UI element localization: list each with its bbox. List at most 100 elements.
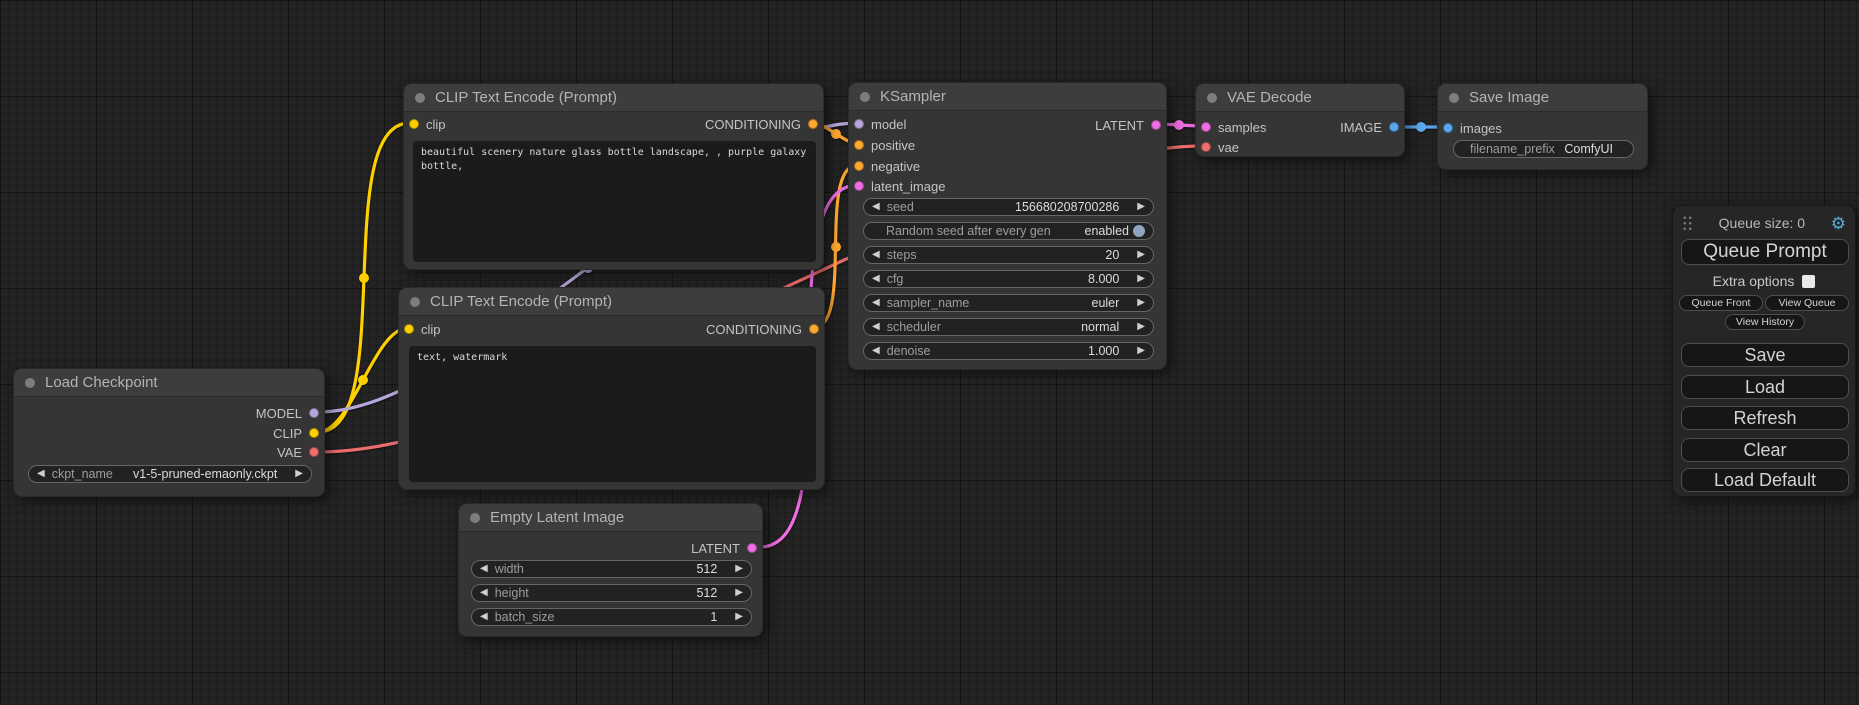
increment-arrow-icon[interactable]: ▶ — [1137, 246, 1145, 264]
clip-port-dot[interactable] — [309, 428, 319, 438]
extra-options-checkbox[interactable] — [1802, 275, 1815, 288]
decrement-arrow-icon[interactable]: ◀ — [872, 246, 880, 264]
queue-prompt-button[interactable]: Queue Prompt — [1681, 239, 1849, 265]
node-title-bar[interactable]: CLIP Text Encode (Prompt) — [399, 288, 824, 316]
conditioning-port-dot[interactable] — [809, 324, 819, 334]
node-load-checkpoint[interactable]: Load Checkpoint MODEL CLIP VAE ◀ ckpt_na… — [13, 368, 325, 497]
refresh-button[interactable]: Refresh — [1681, 406, 1849, 430]
input-images[interactable]: images — [1443, 120, 1502, 136]
node-clip-text-encode-positive[interactable]: CLIP Text Encode (Prompt) clip CONDITION… — [403, 83, 824, 270]
model-port-dot[interactable] — [854, 119, 864, 129]
comfyui-canvas[interactable]: { "colors": { "model": "#b6a6da", "clip"… — [0, 0, 1859, 705]
collapse-dot-icon[interactable] — [415, 93, 425, 103]
save-button[interactable]: Save — [1681, 343, 1849, 367]
increment-arrow-icon[interactable]: ▶ — [1137, 318, 1145, 336]
decrement-arrow-icon[interactable]: ◀ — [872, 270, 880, 288]
input-positive[interactable]: positive — [854, 137, 915, 153]
increment-arrow-icon[interactable]: ▶ — [295, 465, 303, 483]
queue-panel[interactable]: Queue size: 0 ⚙ Queue Prompt Extra optio… — [1672, 205, 1856, 497]
output-latent[interactable]: LATENT — [1095, 117, 1161, 133]
decrement-arrow-icon[interactable]: ◀ — [872, 342, 880, 360]
widget-scheduler[interactable]: ◀ scheduler normal ▶ — [863, 318, 1154, 336]
toggle-icon[interactable] — [1133, 225, 1145, 237]
widget-filename-prefix[interactable]: filename_prefix ComfyUI — [1453, 140, 1634, 158]
collapse-dot-icon[interactable] — [25, 378, 35, 388]
widget-denoise[interactable]: ◀ denoise 1.000 ▶ — [863, 342, 1154, 360]
conditioning-port-dot[interactable] — [808, 119, 818, 129]
node-clip-text-encode-negative[interactable]: CLIP Text Encode (Prompt) clip CONDITION… — [398, 287, 825, 490]
drag-handle-icon[interactable] — [1682, 215, 1693, 231]
widget-batch-size[interactable]: ◀ batch_size 1 ▶ — [471, 608, 752, 626]
node-ksampler[interactable]: KSampler model positive negative latent_… — [848, 82, 1167, 370]
increment-arrow-icon[interactable]: ▶ — [1137, 198, 1145, 216]
node-title-bar[interactable]: KSampler — [849, 83, 1166, 111]
node-save-image[interactable]: Save Image images filename_prefix ComfyU… — [1437, 83, 1648, 170]
increment-arrow-icon[interactable]: ▶ — [735, 584, 743, 602]
widget-height[interactable]: ◀ height 512 ▶ — [471, 584, 752, 602]
conditioning-port-dot[interactable] — [854, 161, 864, 171]
prompt-textarea[interactable]: beautiful scenery nature glass bottle la… — [413, 141, 816, 262]
node-title-bar[interactable]: Load Checkpoint — [14, 369, 324, 397]
increment-arrow-icon[interactable]: ▶ — [735, 560, 743, 578]
decrement-arrow-icon[interactable]: ◀ — [480, 608, 488, 626]
widget-width[interactable]: ◀ width 512 ▶ — [471, 560, 752, 578]
input-latent-image[interactable]: latent_image — [854, 178, 945, 194]
settings-gear-icon[interactable]: ⚙ — [1831, 215, 1846, 232]
decrement-arrow-icon[interactable]: ◀ — [37, 465, 45, 483]
output-model[interactable]: MODEL — [256, 405, 319, 421]
output-latent[interactable]: LATENT — [691, 540, 757, 556]
load-default-button[interactable]: Load Default — [1681, 468, 1849, 492]
input-negative[interactable]: negative — [854, 158, 920, 174]
node-empty-latent-image[interactable]: Empty Latent Image LATENT ◀ width 512 ▶ … — [458, 503, 763, 637]
node-title-bar[interactable]: Empty Latent Image — [459, 504, 762, 532]
decrement-arrow-icon[interactable]: ◀ — [480, 584, 488, 602]
input-vae[interactable]: vae — [1201, 139, 1239, 155]
vae-port-dot[interactable] — [1201, 142, 1211, 152]
output-vae[interactable]: VAE — [277, 444, 319, 460]
load-button[interactable]: Load — [1681, 375, 1849, 399]
clear-button[interactable]: Clear — [1681, 438, 1849, 462]
node-title-bar[interactable]: VAE Decode — [1196, 84, 1404, 112]
latent-port-dot[interactable] — [1201, 122, 1211, 132]
increment-arrow-icon[interactable]: ▶ — [1137, 342, 1145, 360]
decrement-arrow-icon[interactable]: ◀ — [872, 318, 880, 336]
latent-port-dot[interactable] — [854, 181, 864, 191]
vae-port-dot[interactable] — [309, 447, 319, 457]
clip-port-dot[interactable] — [409, 119, 419, 129]
node-title-bar[interactable]: CLIP Text Encode (Prompt) — [404, 84, 823, 112]
widget-ckpt-name[interactable]: ◀ ckpt_name v1-5-pruned-emaonly.ckpt ▶ — [28, 465, 312, 483]
image-port-dot[interactable] — [1389, 122, 1399, 132]
output-conditioning[interactable]: CONDITIONING — [706, 321, 819, 337]
input-samples[interactable]: samples — [1201, 119, 1266, 135]
input-model[interactable]: model — [854, 116, 906, 132]
output-image[interactable]: IMAGE — [1340, 119, 1399, 135]
view-history-button[interactable]: View History — [1725, 314, 1805, 330]
queue-front-button[interactable]: Queue Front — [1679, 295, 1763, 311]
increment-arrow-icon[interactable]: ▶ — [1137, 270, 1145, 288]
collapse-dot-icon[interactable] — [470, 513, 480, 523]
output-clip[interactable]: CLIP — [273, 425, 319, 441]
latent-port-dot[interactable] — [1151, 120, 1161, 130]
output-conditioning[interactable]: CONDITIONING — [705, 116, 818, 132]
node-vae-decode[interactable]: VAE Decode samples vae IMAGE — [1195, 83, 1405, 157]
image-port-dot[interactable] — [1443, 123, 1453, 133]
conditioning-port-dot[interactable] — [854, 140, 864, 150]
collapse-dot-icon[interactable] — [1449, 93, 1459, 103]
decrement-arrow-icon[interactable]: ◀ — [872, 198, 880, 216]
collapse-dot-icon[interactable] — [1207, 93, 1217, 103]
collapse-dot-icon[interactable] — [860, 92, 870, 102]
decrement-arrow-icon[interactable]: ◀ — [480, 560, 488, 578]
model-port-dot[interactable] — [309, 408, 319, 418]
widget-sampler-name[interactable]: ◀ sampler_name euler ▶ — [863, 294, 1154, 312]
input-clip[interactable]: clip — [409, 116, 446, 132]
node-title-bar[interactable]: Save Image — [1438, 84, 1647, 112]
increment-arrow-icon[interactable]: ▶ — [735, 608, 743, 626]
widget-steps[interactable]: ◀ steps 20 ▶ — [863, 246, 1154, 264]
latent-port-dot[interactable] — [747, 543, 757, 553]
view-queue-button[interactable]: View Queue — [1765, 295, 1849, 311]
collapse-dot-icon[interactable] — [410, 297, 420, 307]
widget-cfg[interactable]: ◀ cfg 8.000 ▶ — [863, 270, 1154, 288]
widget-seed[interactable]: ◀ seed 156680208700286 ▶ — [863, 198, 1154, 216]
prompt-textarea[interactable]: text, watermark — [409, 346, 816, 482]
increment-arrow-icon[interactable]: ▶ — [1137, 294, 1145, 312]
